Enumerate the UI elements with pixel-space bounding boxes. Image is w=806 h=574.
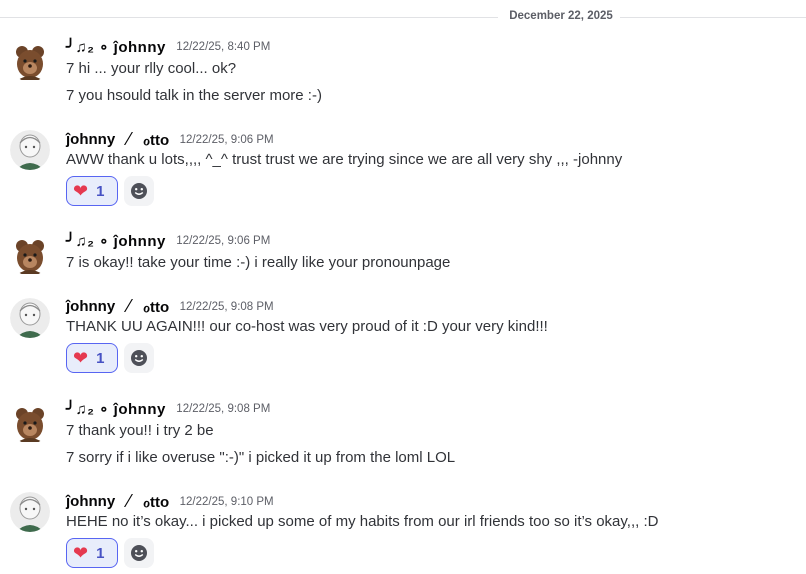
add-reaction-button[interactable] [124, 343, 154, 373]
reaction-heart[interactable]: ❤ 1 [66, 343, 118, 373]
message-text: 7 you hsould talk in the server more :-) [66, 87, 322, 104]
divider-line [0, 17, 498, 18]
avatar-brown-bear[interactable] [10, 404, 50, 444]
message-text: 7 is okay!! take your time :-) i really … [66, 254, 451, 271]
reaction-count: 1 [96, 544, 105, 562]
timestamp[interactable]: 12/22/25, 9:06 PM [180, 134, 274, 146]
avatar-brown-bear[interactable] [10, 236, 50, 276]
smiley-icon [131, 350, 147, 366]
author-name-secondary[interactable]: ℴtto [143, 298, 169, 316]
add-reaction-button[interactable] [124, 538, 154, 568]
message-text: 7 thank you!! i try 2 be [66, 422, 214, 439]
smiley-icon [131, 545, 147, 561]
add-reaction-button[interactable] [124, 176, 154, 206]
slash-separator: ⁄ [127, 491, 131, 511]
message-text: 7 hi ... your rlly cool... ok? [66, 60, 237, 77]
divider-line [620, 17, 806, 18]
timestamp[interactable]: 12/22/25, 9:08 PM [180, 301, 274, 313]
reaction-heart[interactable]: ❤ 1 [66, 538, 118, 568]
avatar-sketch-character[interactable] [10, 130, 50, 170]
date-divider: December 22, 2025 [0, 10, 806, 24]
heart-icon: ❤ [73, 348, 89, 368]
author-name[interactable]: ĵohnny [66, 298, 115, 315]
author-name[interactable]: ĵohnny [66, 493, 115, 510]
message-text: AWW thank u lots,,,, ^_^ trust trust we … [66, 151, 623, 168]
avatar-sketch-character[interactable] [10, 492, 50, 532]
message-text: 7 sorry if i like overuse ":-)" i picked… [66, 449, 456, 466]
timestamp[interactable]: 12/22/25, 9:08 PM [176, 403, 270, 415]
slash-separator: ⁄ [127, 129, 131, 149]
author-name[interactable]: ╯♫₂ ∘ ĵohnny [66, 38, 166, 56]
author-name-secondary[interactable]: ℴtto [143, 493, 169, 511]
message-text: HEHE no it’s okay... i picked up some of… [66, 513, 659, 530]
avatar-sketch-character[interactable] [10, 298, 50, 338]
reaction-count: 1 [96, 182, 105, 200]
timestamp[interactable]: 12/22/25, 9:10 PM [180, 496, 274, 508]
author-name[interactable]: ĵohnny [66, 131, 115, 148]
slash-separator: ⁄ [127, 296, 131, 316]
avatar-brown-bear[interactable] [10, 42, 50, 82]
author-name[interactable]: ╯♫₂ ∘ ĵohnny [66, 400, 166, 418]
divider-date: December 22, 2025 [509, 10, 613, 22]
timestamp[interactable]: 12/22/25, 9:06 PM [176, 235, 270, 247]
timestamp[interactable]: 12/22/25, 8:40 PM [176, 41, 270, 53]
heart-icon: ❤ [73, 181, 89, 201]
reaction-count: 1 [96, 349, 105, 367]
smiley-icon [131, 183, 147, 199]
author-name-secondary[interactable]: ℴtto [143, 131, 169, 149]
author-name[interactable]: ╯♫₂ ∘ ĵohnny [66, 232, 166, 250]
heart-icon: ❤ [73, 543, 89, 563]
reaction-heart[interactable]: ❤ 1 [66, 176, 118, 206]
message-text: THANK UU AGAIN!!! our co-host was very p… [66, 318, 548, 335]
